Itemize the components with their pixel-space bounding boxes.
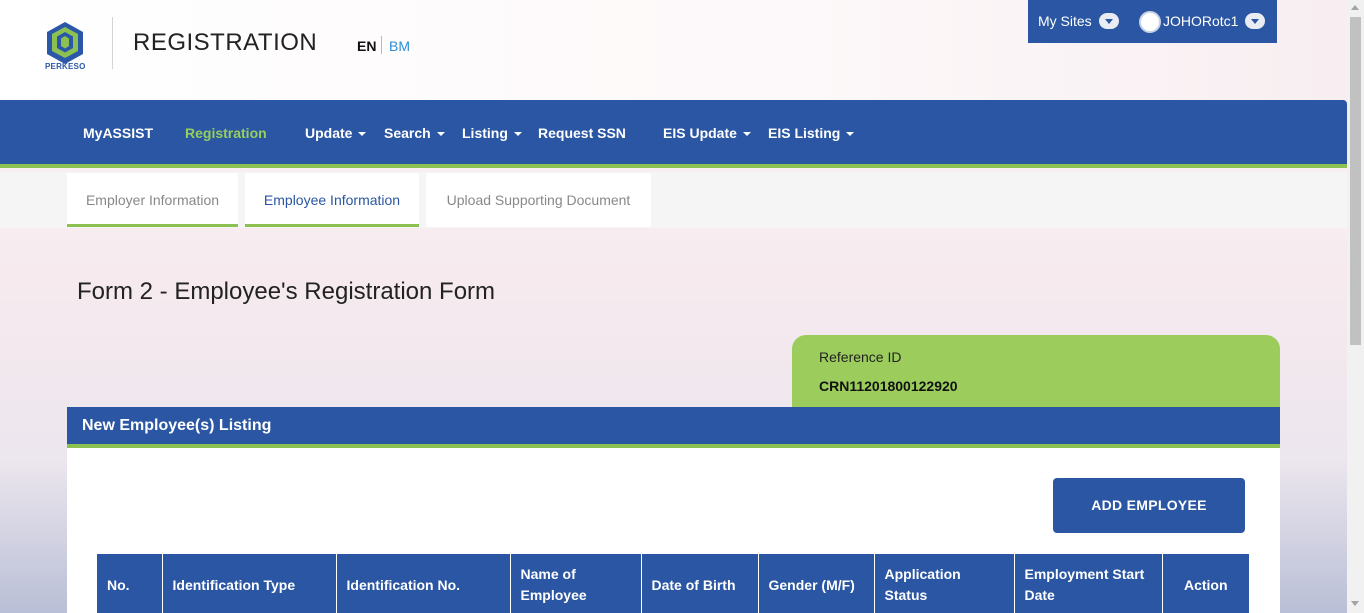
listing-panel: ADD EMPLOYEE No. Identification Type Ide… [67, 448, 1280, 613]
nav-item-update[interactable]: Update [305, 125, 367, 141]
employee-table: No. Identification Type Identification N… [97, 554, 1249, 613]
tab-upload-supporting-document[interactable]: Upload Supporting Document [426, 173, 651, 227]
column-header-date-of-birth[interactable]: Date of Birth [641, 554, 759, 613]
language-bm-link[interactable]: BM [389, 38, 410, 54]
username-label[interactable]: JOHORotc1 [1163, 13, 1238, 29]
column-header-employment-start-date[interactable]: Employment Start Date [1014, 554, 1163, 613]
scroll-down-arrow-icon[interactable] [1351, 601, 1359, 606]
header-divider [112, 17, 113, 69]
chevron-down-icon [358, 132, 367, 137]
chevron-down-icon [513, 132, 522, 137]
avatar[interactable] [1139, 11, 1161, 33]
user-bar: My Sites JOHORotc1 [1028, 0, 1277, 43]
logo-text: PERKESO [45, 62, 86, 71]
main-nav: MyASSIST Registration Update Search List… [0, 100, 1347, 168]
tab-employee-information[interactable]: Employee Information [245, 173, 419, 227]
language-en-link[interactable]: EN [357, 38, 376, 54]
column-header-identification-no[interactable]: Identification No. [336, 554, 511, 613]
reference-id-value: CRN11201800122920 [819, 378, 958, 394]
reference-id-box: Reference ID CRN11201800122920 [792, 335, 1280, 407]
nav-item-eis-listing[interactable]: EIS Listing [768, 125, 855, 141]
tab-employer-information[interactable]: Employer Information [67, 173, 238, 227]
chevron-down-icon [846, 132, 855, 137]
form-title: Form 2 - Employee's Registration Form [77, 278, 496, 305]
page-title: REGISTRATION [133, 29, 318, 56]
chevron-down-icon [742, 132, 751, 137]
user-menu-dropdown-icon[interactable] [1245, 13, 1265, 29]
reference-id-label: Reference ID [819, 349, 902, 365]
nav-item-eis-update[interactable]: EIS Update [663, 125, 751, 141]
column-header-name-of-employee[interactable]: Name of Employee [510, 554, 642, 613]
nav-item-registration[interactable]: Registration [185, 125, 267, 141]
my-sites-dropdown-icon[interactable] [1099, 13, 1119, 29]
chevron-down-icon [436, 132, 445, 137]
nav-item-myassist[interactable]: MyASSIST [83, 125, 153, 141]
nav-item-search[interactable]: Search [384, 125, 445, 141]
column-header-no[interactable]: No. [97, 554, 163, 613]
scrollbar-thumb[interactable] [1350, 17, 1361, 345]
language-separator [381, 36, 382, 54]
listing-header: New Employee(s) Listing [67, 407, 1280, 448]
listing-title: New Employee(s) Listing [82, 417, 272, 434]
column-header-application-status[interactable]: Application Status [874, 554, 1015, 613]
nav-item-request-ssn[interactable]: Request SSN [538, 125, 626, 141]
my-sites-link[interactable]: My Sites [1038, 13, 1092, 29]
page-scrollbar[interactable] [1347, 0, 1364, 613]
column-header-action[interactable]: Action [1162, 554, 1249, 613]
scroll-up-arrow-icon[interactable] [1351, 5, 1359, 10]
form-steps-tabs: Employer Information Employee Informatio… [0, 172, 1347, 228]
nav-item-listing[interactable]: Listing [462, 125, 522, 141]
add-employee-button[interactable]: ADD EMPLOYEE [1053, 478, 1245, 533]
column-header-gender[interactable]: Gender (M/F) [758, 554, 875, 613]
column-header-identification-type[interactable]: Identification Type [162, 554, 337, 613]
